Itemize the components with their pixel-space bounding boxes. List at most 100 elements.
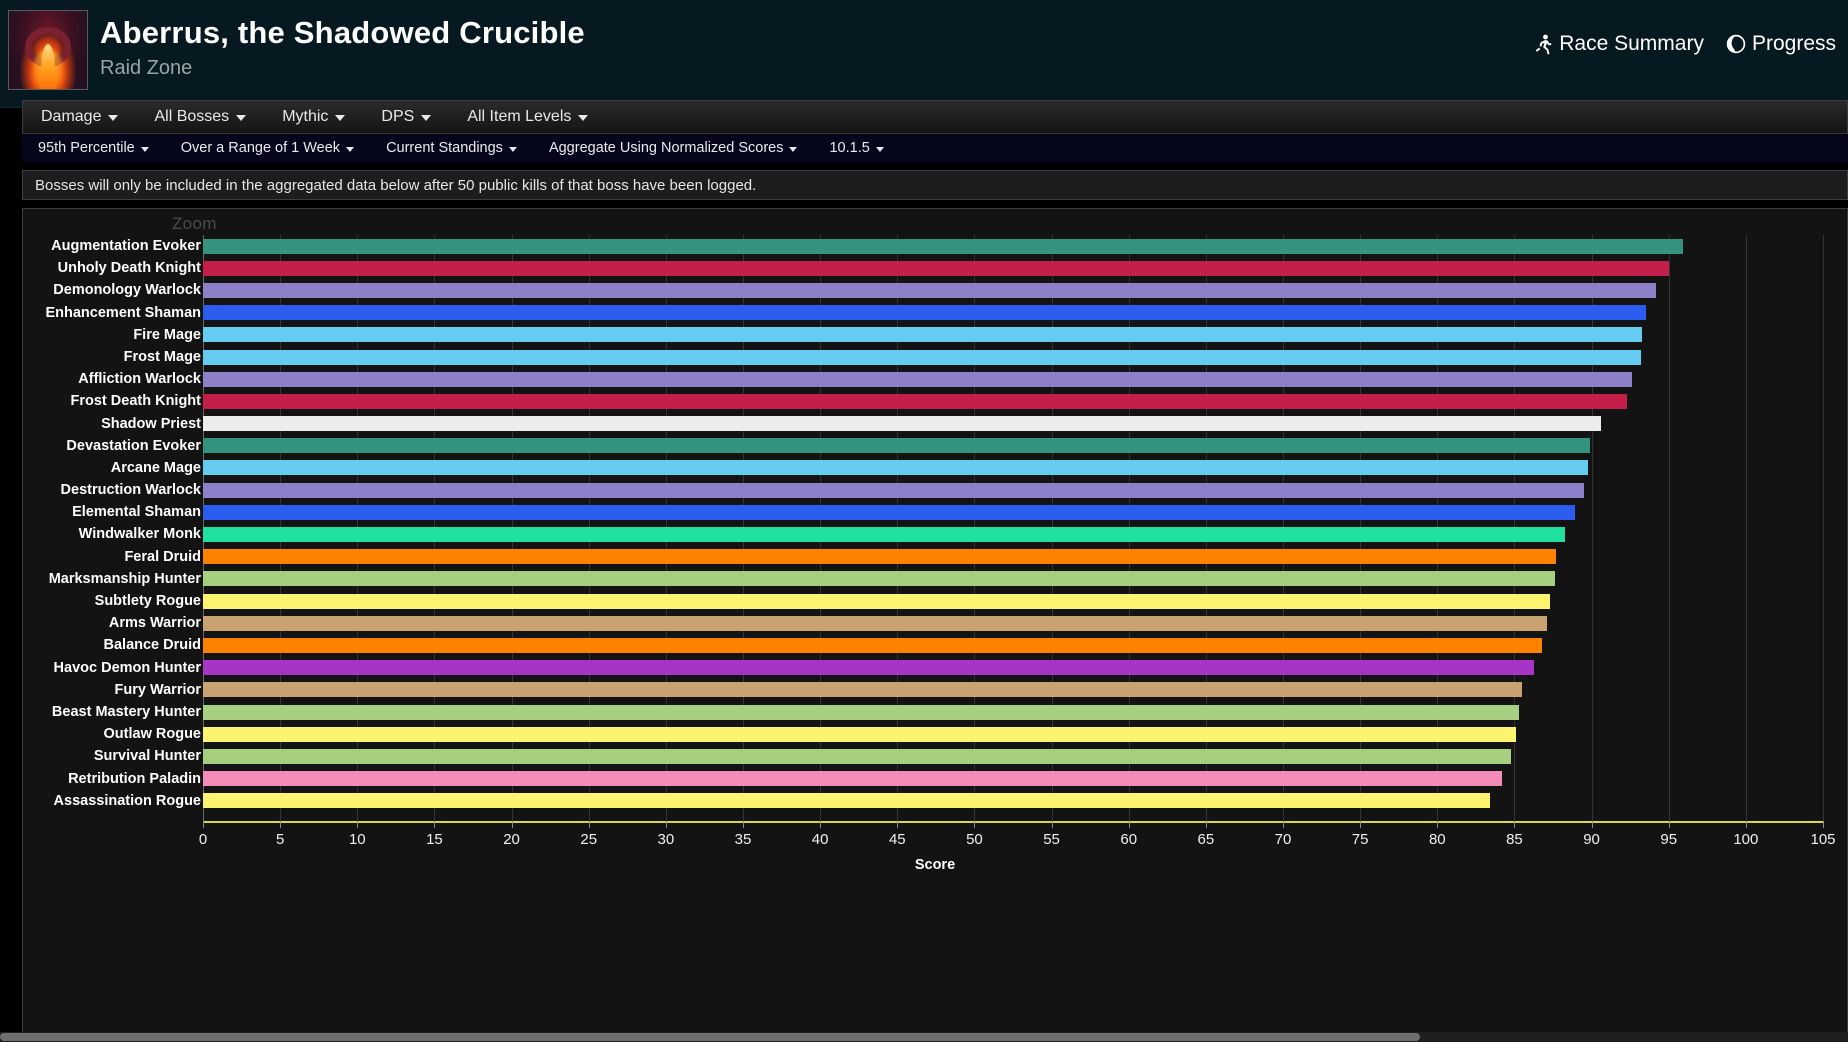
chart-row[interactable]: Windwalker Monk: [23, 523, 1847, 545]
chart-row-label: Demonology Warlock: [53, 282, 201, 299]
filter-percentile[interactable]: 95th Percentile: [22, 134, 165, 162]
chart-zoom-label[interactable]: Zoom: [172, 214, 217, 234]
x-axis-tick: [1283, 821, 1284, 828]
chart-row[interactable]: Devastation Evoker: [23, 435, 1847, 457]
chart-row-label: Feral Druid: [124, 548, 201, 565]
chart-row[interactable]: Shadow Priest: [23, 413, 1847, 435]
chart-row[interactable]: Fury Warrior: [23, 679, 1847, 701]
chart-row[interactable]: Enhancement Shaman: [23, 302, 1847, 324]
chart-bar[interactable]: [203, 327, 1643, 343]
title-block: Aberrus, the Shadowed Crucible Raid Zone: [100, 14, 585, 82]
chevron-down-icon: [508, 146, 517, 152]
chart-bar[interactable]: [203, 305, 1646, 321]
chart-row[interactable]: Affliction Warlock: [23, 368, 1847, 390]
filter-patch-version[interactable]: 10.1.5: [813, 134, 899, 162]
chart-bar[interactable]: [203, 748, 1512, 764]
chart-bar[interactable]: [203, 238, 1683, 254]
chart-row[interactable]: Arcane Mage: [23, 457, 1847, 479]
x-axis-tick: [743, 821, 744, 828]
filter-role[interactable]: DPS: [363, 101, 449, 133]
x-axis-tick: [434, 821, 436, 828]
chevron-down-icon: [236, 115, 247, 121]
chart-bar[interactable]: [203, 282, 1657, 298]
x-axis-tick: [820, 821, 822, 828]
chart-bar[interactable]: [203, 660, 1535, 676]
chart-bar[interactable]: [203, 349, 1641, 365]
chart-row[interactable]: Fire Mage: [23, 324, 1847, 346]
filter-standings[interactable]: Current Standings: [370, 134, 533, 162]
x-axis-tick: [1205, 821, 1207, 828]
nav-race-summary[interactable]: Race Summary: [1533, 32, 1704, 56]
chart-row[interactable]: Outlaw Rogue: [23, 723, 1847, 745]
chart-row[interactable]: Havoc Demon Hunter: [23, 657, 1847, 679]
chart-row-label: Frost Death Knight: [70, 393, 202, 410]
chart-bar[interactable]: [203, 726, 1516, 742]
filter-item-levels[interactable]: All Item Levels: [449, 101, 606, 133]
x-axis-tick: [1437, 821, 1439, 828]
chart-bar[interactable]: [203, 393, 1628, 409]
filter-aggregation[interactable]: Aggregate Using Normalized Scores: [533, 134, 814, 162]
chart-row[interactable]: Elemental Shaman: [23, 501, 1847, 523]
nav-progress[interactable]: Progress: [1726, 32, 1836, 56]
x-axis-tick: [665, 821, 667, 828]
page-header: Aberrus, the Shadowed Crucible Raid Zone…: [0, 0, 1848, 108]
filter-damage[interactable]: Damage: [23, 101, 136, 133]
nav-progress-label: Progress: [1751, 32, 1836, 55]
chart-bar[interactable]: [203, 482, 1584, 498]
chart-bar[interactable]: [203, 416, 1601, 432]
chart-bar[interactable]: [203, 460, 1589, 476]
chart-bar[interactable]: [203, 527, 1566, 543]
horizontal-scrollbar[interactable]: [0, 1032, 1848, 1042]
chart-row[interactable]: Demonology Warlock: [23, 279, 1847, 301]
chart-row[interactable]: Frost Mage: [23, 346, 1847, 368]
filter-time-range[interactable]: Over a Range of 1 Week: [165, 134, 370, 162]
chart-row-label: Arcane Mage: [110, 459, 201, 476]
filter-difficulty[interactable]: Mythic: [264, 101, 363, 133]
x-axis-tick: [1591, 821, 1593, 828]
chart-bar[interactable]: [203, 704, 1520, 720]
chevron-down-icon: [335, 115, 346, 121]
x-axis-tick: [1668, 821, 1670, 828]
chart-bar[interactable]: [203, 504, 1575, 520]
chart-bar[interactable]: [203, 771, 1503, 787]
raid-zone-icon: [8, 10, 88, 90]
chart-row[interactable]: Marksmanship Hunter: [23, 568, 1847, 590]
chart-row[interactable]: Retribution Paladin: [23, 768, 1847, 790]
chart-row[interactable]: Augmentation Evoker: [23, 235, 1847, 257]
chevron-down-icon: [789, 146, 798, 152]
chevron-down-icon: [140, 146, 149, 152]
chart-bar[interactable]: [203, 682, 1523, 698]
scrollbar-thumb[interactable]: [0, 1033, 1420, 1041]
chart-bar[interactable]: [203, 571, 1555, 587]
chart-bar[interactable]: [203, 438, 1591, 454]
chart-row[interactable]: Destruction Warlock: [23, 479, 1847, 501]
chart-bar[interactable]: [203, 549, 1557, 565]
chevron-down-icon: [875, 146, 884, 152]
info-notice-text: Bosses will only be included in the aggr…: [35, 176, 757, 194]
chart-bar[interactable]: [203, 371, 1632, 387]
chart-row[interactable]: Feral Druid: [23, 546, 1847, 568]
chart-row[interactable]: Assassination Rogue: [23, 790, 1847, 812]
chart-row[interactable]: Subtlety Rogue: [23, 590, 1847, 612]
chart-row[interactable]: Balance Druid: [23, 634, 1847, 656]
chart-bar[interactable]: [203, 637, 1543, 653]
chart-bar[interactable]: [203, 260, 1669, 276]
x-axis-tick-label: 105: [1810, 831, 1836, 848]
chart-row[interactable]: Beast Mastery Hunter: [23, 701, 1847, 723]
chart-row[interactable]: Arms Warrior: [23, 612, 1847, 634]
x-axis-tick-label: 70: [1274, 831, 1292, 848]
x-axis-tick-label: 80: [1428, 831, 1446, 848]
info-notice: Bosses will only be included in the aggr…: [22, 170, 1848, 200]
chart-row[interactable]: Frost Death Knight: [23, 390, 1847, 412]
chart-row-label: Unholy Death Knight: [57, 260, 201, 277]
chart-row[interactable]: Survival Hunter: [23, 745, 1847, 767]
filter-aggregation-label: Aggregate Using Normalized Scores: [548, 140, 784, 156]
chart-bar[interactable]: [203, 793, 1490, 809]
chevron-down-icon: [108, 115, 119, 121]
x-axis-tick: [280, 821, 282, 828]
chart-bar[interactable]: [203, 593, 1550, 609]
chart-row[interactable]: Unholy Death Knight: [23, 257, 1847, 279]
x-axis-tick: [1051, 821, 1053, 828]
filter-all-bosses[interactable]: All Bosses: [136, 101, 264, 133]
chart-bar[interactable]: [203, 615, 1547, 631]
